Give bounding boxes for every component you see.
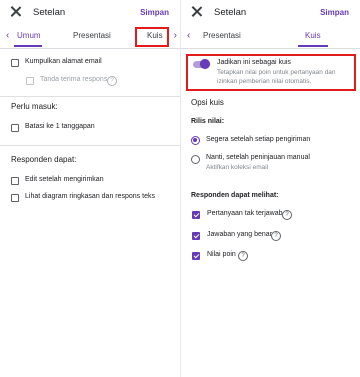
- respondents-can-heading: Responden dapat:: [11, 155, 77, 164]
- divider: [0, 145, 180, 146]
- requires-sign-in-heading: Perlu masuk:: [11, 102, 58, 111]
- divider: [0, 96, 180, 97]
- page-title: Setelan: [33, 7, 66, 18]
- release-grade-heading: Rilis nilai:: [191, 118, 225, 125]
- enable-email-link[interactable]: Aktifkan koleksi email: [206, 164, 268, 171]
- collect-email-checkbox[interactable]: [11, 59, 19, 67]
- edit-after-label: Edit setelah mengirimkan: [25, 176, 104, 183]
- save-button[interactable]: Simpan: [140, 8, 169, 17]
- chevron-left-icon[interactable]: ‹: [187, 31, 190, 41]
- release-later-label: Nanti, setelah peninjauan manual: [206, 154, 310, 161]
- point-values-checkbox[interactable]: [192, 252, 200, 260]
- tab-indicator: [298, 45, 328, 47]
- release-immediately-label: Segera setelah setiap pengiriman: [206, 136, 311, 143]
- limit-one-label: Batasi ke 1 tanggapan: [25, 123, 95, 130]
- tab-general[interactable]: Umum: [17, 31, 41, 40]
- see-summary-checkbox[interactable]: [11, 194, 19, 202]
- close-icon[interactable]: [190, 5, 204, 19]
- chevron-left-icon[interactable]: ‹: [6, 31, 9, 41]
- limit-one-checkbox[interactable]: [11, 124, 19, 132]
- receipt-checkbox[interactable]: [26, 77, 34, 85]
- release-later-radio[interactable]: [191, 155, 200, 164]
- receipt-label: Tanda terima respons: [40, 76, 108, 83]
- save-button[interactable]: Simpan: [320, 8, 349, 17]
- page-title: Setelan: [214, 7, 247, 18]
- tab-bar: ‹ Presentasi Kuis: [181, 28, 360, 49]
- see-summary-label: Lihat diagram ringkasan dan respons teks: [25, 193, 155, 200]
- settings-panel-general: Setelan Simpan ‹ Umum Presentasi Kuis › …: [0, 0, 180, 377]
- point-values-label: Nilai poin: [207, 251, 236, 258]
- help-icon[interactable]: ?: [271, 231, 281, 241]
- chevron-right-icon[interactable]: ›: [174, 31, 177, 41]
- make-quiz-description: izinkan pemberian nilai otomatis.: [217, 78, 312, 85]
- tab-indicator: [14, 45, 42, 47]
- close-icon[interactable]: [9, 5, 23, 19]
- top-bar: Setelan Simpan: [181, 0, 360, 28]
- release-immediately-radio[interactable]: [191, 136, 200, 145]
- tab-presentation[interactable]: Presentasi: [73, 31, 111, 40]
- help-icon[interactable]: ?: [107, 76, 117, 86]
- collect-email-label: Kumpulkan alamat email: [25, 58, 102, 65]
- quiz-options-heading: Opsi kuis: [191, 98, 224, 107]
- missed-questions-label: Pertanyaan tak terjawab: [207, 210, 283, 217]
- make-quiz-description: Tetapkan nilai poin untuk pertanyaan dan: [217, 69, 336, 76]
- respondents-can-see-heading: Responden dapat melihat:: [191, 192, 279, 199]
- tab-quiz[interactable]: Kuis: [305, 31, 321, 40]
- make-quiz-label: Jadikan ini sebagai kuis: [217, 59, 291, 66]
- make-quiz-toggle-thumb[interactable]: [200, 59, 210, 69]
- help-icon[interactable]: ?: [282, 210, 292, 220]
- edit-after-checkbox[interactable]: [11, 177, 19, 185]
- tab-presentation[interactable]: Presentasi: [203, 31, 241, 40]
- settings-panel-quiz: Setelan Simpan ‹ Presentasi Kuis Jadikan…: [180, 0, 360, 377]
- quiz-tab-highlight: [135, 27, 169, 47]
- correct-answers-checkbox[interactable]: [192, 232, 200, 240]
- help-icon[interactable]: ?: [238, 251, 248, 261]
- top-bar: Setelan Simpan: [0, 0, 180, 28]
- correct-answers-label: Jawaban yang benar: [207, 231, 272, 238]
- missed-questions-checkbox[interactable]: [192, 211, 200, 219]
